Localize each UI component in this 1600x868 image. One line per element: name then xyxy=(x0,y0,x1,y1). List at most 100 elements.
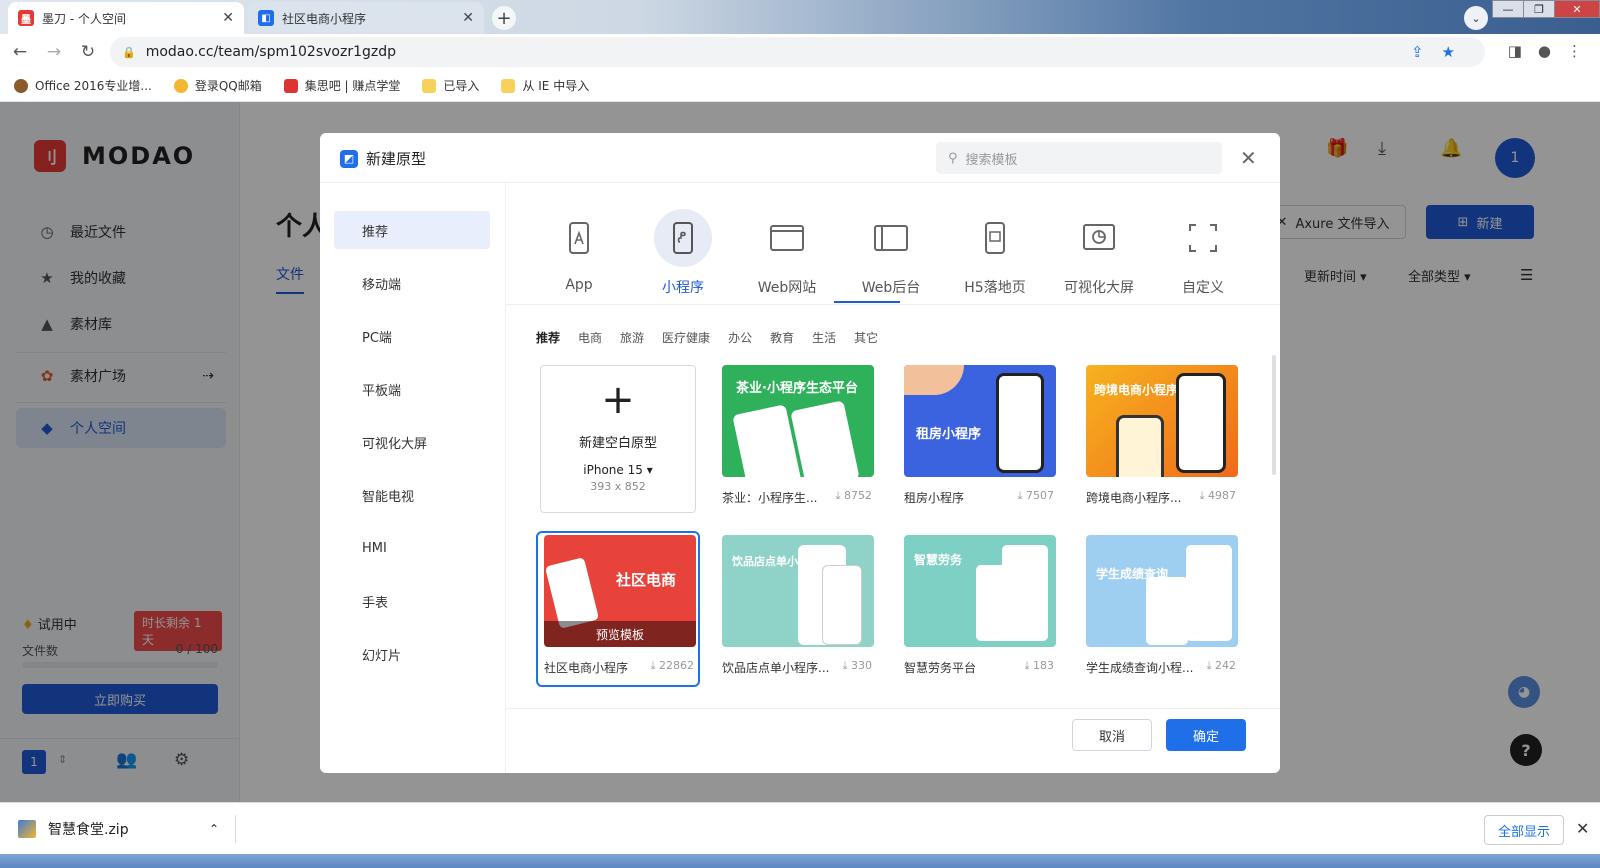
browser-tab-community[interactable]: ◧ 社区电商小程序 ✕ xyxy=(248,2,484,34)
phone-mockup xyxy=(996,373,1044,473)
category-recommend[interactable]: 推荐 xyxy=(334,211,490,249)
new-blank-prototype-card[interactable]: + 新建空白原型 iPhone 15 ▾ 393 x 852 xyxy=(540,365,696,513)
template-card[interactable]: 社区电商 预览模板 社区电商小程序 ⤓ 22862 xyxy=(544,535,700,676)
download-item[interactable]: 智慧食堂.zip ⌃ xyxy=(18,815,236,843)
reload-icon[interactable]: ↻ xyxy=(74,42,102,62)
device-web-site[interactable]: Web网站 xyxy=(742,209,832,297)
template-card[interactable]: 饮品店点单小程序 饮品店点单小程序... ⤓ 330 xyxy=(722,535,878,676)
category-smart-tv[interactable]: 智能电视 xyxy=(334,476,490,514)
bookmark-star-icon[interactable]: ⇪★ xyxy=(1411,43,1473,61)
lock-icon: 🔒 xyxy=(122,45,136,59)
plus-icon: + xyxy=(601,377,635,423)
confirm-button[interactable]: 确定 xyxy=(1166,719,1246,751)
category-dashboard[interactable]: 可视化大屏 xyxy=(334,423,490,461)
phone-mockup xyxy=(544,557,600,629)
profile-icon[interactable]: ● xyxy=(1538,42,1551,60)
prototype-favicon-icon: ◧ xyxy=(258,10,274,26)
download-count: ⤓ 183 xyxy=(1024,659,1054,672)
web-window-icon xyxy=(758,209,816,267)
new-tab-button[interactable]: + xyxy=(492,6,516,30)
device-dashboard[interactable]: 可视化大屏 xyxy=(1054,209,1144,297)
close-tab-icon[interactable]: ✕ xyxy=(222,10,234,26)
category-tablet[interactable]: 平板端 xyxy=(334,370,490,408)
category-mobile[interactable]: 移动端 xyxy=(334,264,490,302)
category-watch[interactable]: 手表 xyxy=(334,582,490,620)
download-count: ⤓ 4987 xyxy=(1199,489,1236,502)
phone-mockup xyxy=(1146,577,1188,645)
bookmark-office[interactable]: Office 2016专业增... xyxy=(14,77,152,94)
subcat-ecommerce[interactable]: 电商 xyxy=(578,329,602,346)
template-thumbnail: 社区电商 预览模板 xyxy=(544,535,696,647)
scrollbar[interactable] xyxy=(1272,355,1276,475)
subcat-office[interactable]: 办公 xyxy=(728,329,752,346)
subcat-life[interactable]: 生活 xyxy=(812,329,836,346)
template-thumbnail: 跨境电商小程序 xyxy=(1086,365,1238,477)
template-card[interactable]: 跨境电商小程序 跨境电商小程序... ⤓ 4987 xyxy=(1086,365,1242,506)
address-bar: ← → ↻ 🔒 modao.cc/team/spm102svozr1gzdp ⇪… xyxy=(0,34,1600,70)
cancel-button[interactable]: 取消 xyxy=(1072,719,1152,751)
close-icon[interactable]: ✕ xyxy=(1240,146,1257,170)
tab-search-dropdown-icon[interactable]: ⌄ xyxy=(1464,6,1488,30)
mini-program-icon xyxy=(654,209,712,267)
bookmark-folder-ie[interactable]: 从 IE 中导入 xyxy=(501,77,589,94)
template-thumbnail: 租房小程序 xyxy=(904,365,1056,477)
os-taskbar xyxy=(0,854,1600,868)
new-prototype-icon: ◩ xyxy=(340,149,358,168)
url-text: modao.cc/team/spm102svozr1gzdp xyxy=(145,44,396,60)
template-thumbnail: 茶业·小程序生态平台 xyxy=(722,365,874,477)
maximize-icon[interactable]: ❐ xyxy=(1523,0,1555,18)
subcat-health[interactable]: 医疗健康 xyxy=(662,329,710,346)
template-card[interactable]: 茶业·小程序生态平台 茶业：小程序生... ⤓ 8752 xyxy=(722,365,878,506)
qq-icon xyxy=(173,78,188,93)
device-custom[interactable]: 自定义 xyxy=(1158,209,1248,297)
browser-tab-modao[interactable]: 墨 墨刀 - 个人空间 ✕ xyxy=(8,2,244,34)
download-count: ⤓ 330 xyxy=(842,659,872,672)
show-all-downloads-button[interactable]: 全部显示 xyxy=(1484,815,1564,845)
subcat-other[interactable]: 其它 xyxy=(854,329,878,346)
download-count: ⤓ 8752 xyxy=(835,489,872,502)
phone-mockup xyxy=(790,400,860,477)
category-slides[interactable]: 幻灯片 xyxy=(334,635,490,673)
category-pc[interactable]: PC端 xyxy=(334,317,490,355)
minimize-icon[interactable]: — xyxy=(1492,0,1524,18)
template-search-input[interactable]: ⚲ 搜索模板 xyxy=(936,142,1222,174)
window-close-icon[interactable]: ✕ xyxy=(1554,0,1600,18)
bookmark-jisiba[interactable]: 集思吧 | 赚点学堂 xyxy=(283,77,400,94)
chevron-up-icon[interactable]: ⌃ xyxy=(209,822,219,836)
device-web-admin[interactable]: Web后台 xyxy=(846,209,936,297)
template-card[interactable]: 租房小程序 租房小程序 ⤓ 7507 xyxy=(904,365,1060,506)
modao-favicon-icon: 墨 xyxy=(18,10,34,26)
dashboard-icon xyxy=(1070,209,1128,267)
device-h5-landing[interactable]: H5落地页 xyxy=(950,209,1040,297)
phone-mockup xyxy=(1002,545,1048,641)
device-app[interactable]: App xyxy=(534,209,624,293)
forward-icon[interactable]: → xyxy=(40,42,68,62)
office-icon xyxy=(14,78,28,93)
bookmark-folder-imported[interactable]: 已导入 xyxy=(422,77,479,94)
template-card[interactable]: 智慧劳务 智慧劳务平台 ⤓ 183 xyxy=(904,535,1060,676)
web-admin-icon xyxy=(862,209,920,267)
download-count: ⤓ 7507 xyxy=(1017,489,1054,502)
device-size-select[interactable]: iPhone 15 ▾ xyxy=(583,463,652,477)
preview-template-overlay[interactable]: 预览模板 xyxy=(544,621,696,647)
subcat-travel[interactable]: 旅游 xyxy=(620,329,644,346)
subcat-education[interactable]: 教育 xyxy=(770,329,794,346)
subcat-recommend[interactable]: 推荐 xyxy=(536,329,560,346)
template-thumbnail: 饮品店点单小程序 xyxy=(722,535,874,647)
close-tab-icon[interactable]: ✕ xyxy=(462,10,474,26)
menu-icon[interactable]: ⋮ xyxy=(1567,42,1582,60)
template-meta: 社区电商小程序 ⤓ 22862 xyxy=(544,659,694,675)
dialog-footer: 取消 确定 xyxy=(506,708,1280,773)
bookmark-qqmail[interactable]: 登录QQ邮箱 xyxy=(173,77,262,94)
close-icon[interactable]: ✕ xyxy=(1576,819,1589,838)
tab-title: 社区电商小程序 xyxy=(282,11,367,26)
template-meta: 租房小程序 ⤓ 7507 xyxy=(904,489,1054,505)
category-hmi[interactable]: HMI xyxy=(334,529,490,567)
browser-actions: ◨ ● ⋮ xyxy=(1508,42,1582,60)
side-panel-icon[interactable]: ◨ xyxy=(1508,42,1522,60)
device-mini-program[interactable]: 小程序 xyxy=(638,209,728,297)
back-icon[interactable]: ← xyxy=(6,42,34,62)
h5-page-icon xyxy=(966,209,1024,267)
template-card[interactable]: 学生成绩查询 学生成绩查询小程... ⤓ 242 xyxy=(1086,535,1242,676)
url-field[interactable]: 🔒 modao.cc/team/spm102svozr1gzdp ⇪★ xyxy=(110,37,1485,67)
